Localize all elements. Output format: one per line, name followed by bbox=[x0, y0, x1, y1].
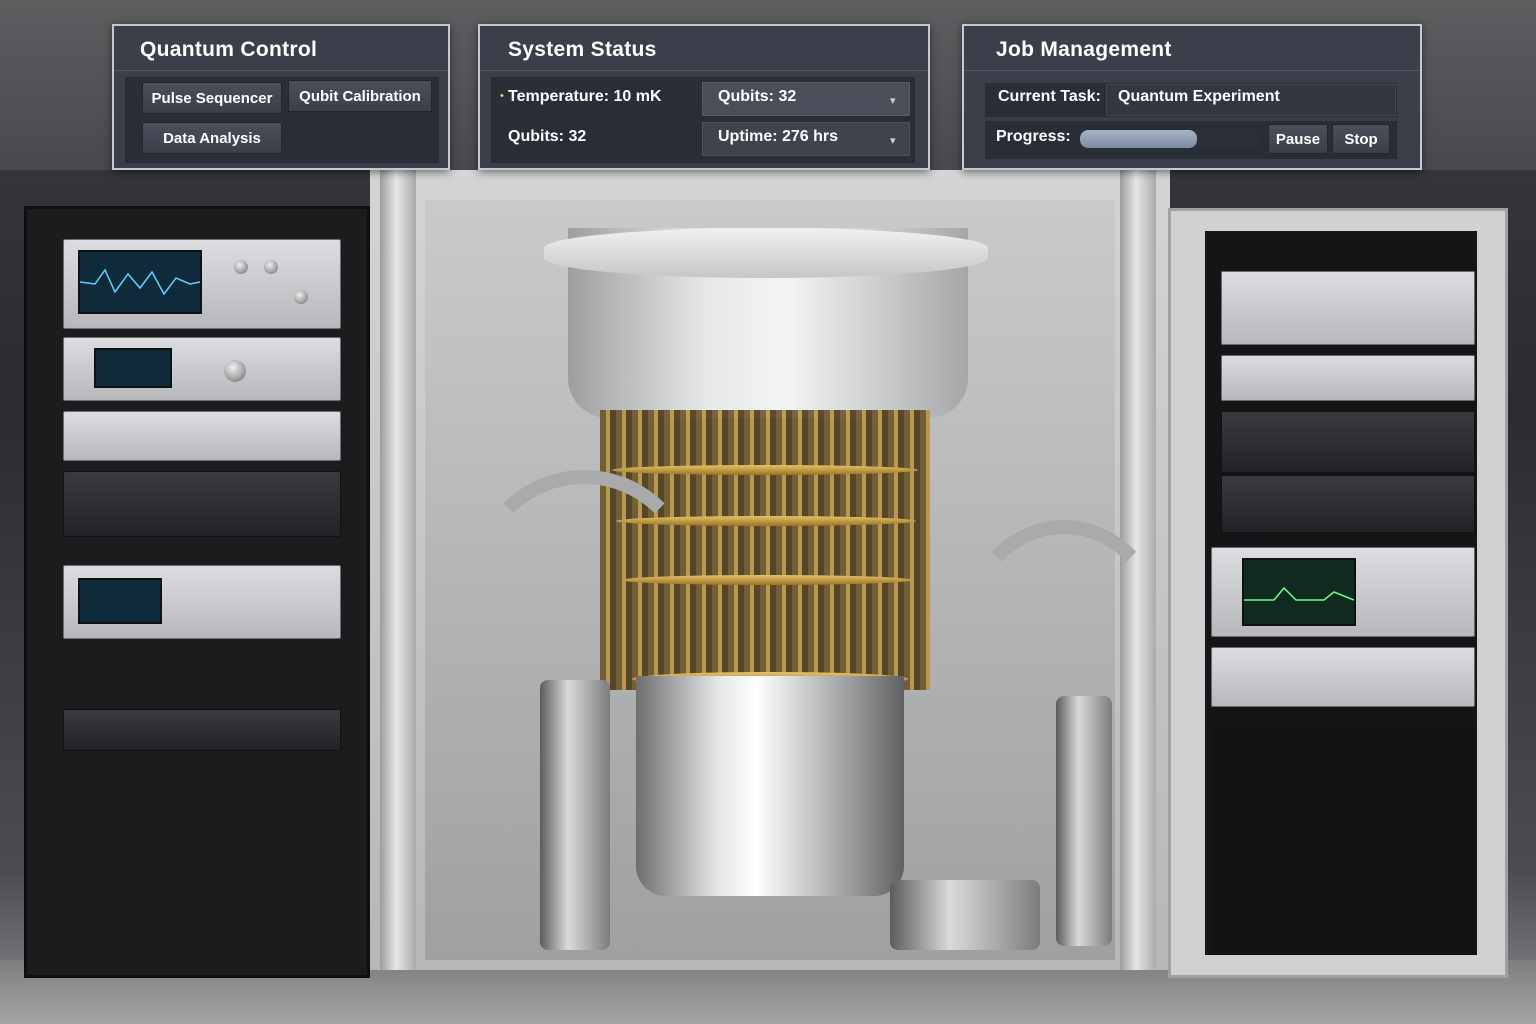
cryostat-flange bbox=[544, 228, 988, 278]
uptime-select-value[interactable]: Uptime: 276 hrs bbox=[718, 128, 838, 146]
divider bbox=[964, 70, 1420, 71]
rack-oscilloscope-unit bbox=[63, 239, 341, 329]
rack-awg-1 bbox=[1221, 411, 1475, 473]
panel-title: System Status bbox=[508, 38, 657, 61]
knob-icon bbox=[224, 360, 246, 382]
quantum-control-panel: Quantum Control Pulse Sequencer Qubit Ca… bbox=[112, 24, 450, 170]
divider bbox=[114, 70, 448, 71]
progress-bar-fill bbox=[1080, 130, 1197, 148]
cryostat-steel-can bbox=[636, 676, 904, 896]
divider bbox=[480, 70, 928, 71]
rack-lockin-amplifier bbox=[1221, 355, 1475, 401]
stop-button[interactable]: Stop bbox=[1332, 124, 1390, 154]
knob-icon bbox=[234, 260, 248, 274]
progress-bar bbox=[1080, 130, 1260, 148]
vacuum-pump-left bbox=[540, 680, 610, 950]
flex-hose bbox=[470, 470, 698, 698]
rack-signal-generator bbox=[63, 337, 341, 401]
rack-power-unit bbox=[1211, 647, 1475, 707]
rack-cabinet-door bbox=[1211, 727, 1475, 955]
chevron-down-icon[interactable]: ▾ bbox=[890, 134, 896, 147]
current-task-label: Current Task: bbox=[998, 88, 1101, 105]
right-equipment-rack bbox=[1168, 208, 1508, 978]
chevron-down-icon[interactable]: ▾ bbox=[890, 94, 896, 107]
rack-spectrum-analyzer bbox=[1211, 547, 1475, 637]
current-task-value: Quantum Experiment bbox=[1118, 88, 1280, 105]
pause-button[interactable]: Pause bbox=[1268, 124, 1328, 154]
rack-analyzer bbox=[63, 565, 341, 639]
progress-label: Progress: bbox=[996, 128, 1071, 145]
oscilloscope-screen bbox=[78, 250, 202, 314]
qubits-select-value[interactable]: Qubits: 32 bbox=[718, 88, 796, 106]
knob-icon bbox=[264, 260, 278, 274]
flex-hose bbox=[960, 520, 1168, 748]
rack-matrix-switch bbox=[1221, 271, 1475, 345]
generator-display bbox=[94, 348, 172, 388]
temperature-indicator-icon: • bbox=[500, 90, 504, 102]
panel-title: Job Management bbox=[996, 38, 1172, 61]
rack-control-unit bbox=[63, 411, 341, 461]
rack-awg-2 bbox=[1221, 475, 1475, 533]
gold-stage-ring bbox=[612, 465, 918, 475]
knob-icon bbox=[294, 290, 308, 304]
rack-amplifier bbox=[63, 471, 341, 537]
spectrum-display bbox=[1242, 558, 1356, 626]
data-analysis-button[interactable]: Data Analysis bbox=[142, 122, 282, 154]
left-equipment-rack bbox=[24, 206, 370, 978]
rack-patch-panel bbox=[63, 709, 341, 751]
panel-title: Quantum Control bbox=[140, 38, 318, 61]
analyzer-display bbox=[78, 578, 162, 624]
spectrum-trace-icon bbox=[1244, 586, 1355, 601]
job-management-panel: Job Management Current Task: Quantum Exp… bbox=[962, 24, 1422, 170]
temperature-readout: Temperature: 10 mK bbox=[508, 88, 662, 105]
qubits-readout: Qubits: 32 bbox=[508, 128, 587, 145]
frame-post-left bbox=[380, 170, 416, 970]
qubit-calibration-button[interactable]: Qubit Calibration bbox=[288, 80, 432, 112]
system-status-panel: System Status • Temperature: 10 mK Qubit… bbox=[478, 24, 930, 170]
waveform-icon bbox=[79, 268, 201, 296]
turbo-pump bbox=[890, 880, 1040, 950]
pulse-sequencer-button[interactable]: Pulse Sequencer bbox=[142, 82, 282, 114]
